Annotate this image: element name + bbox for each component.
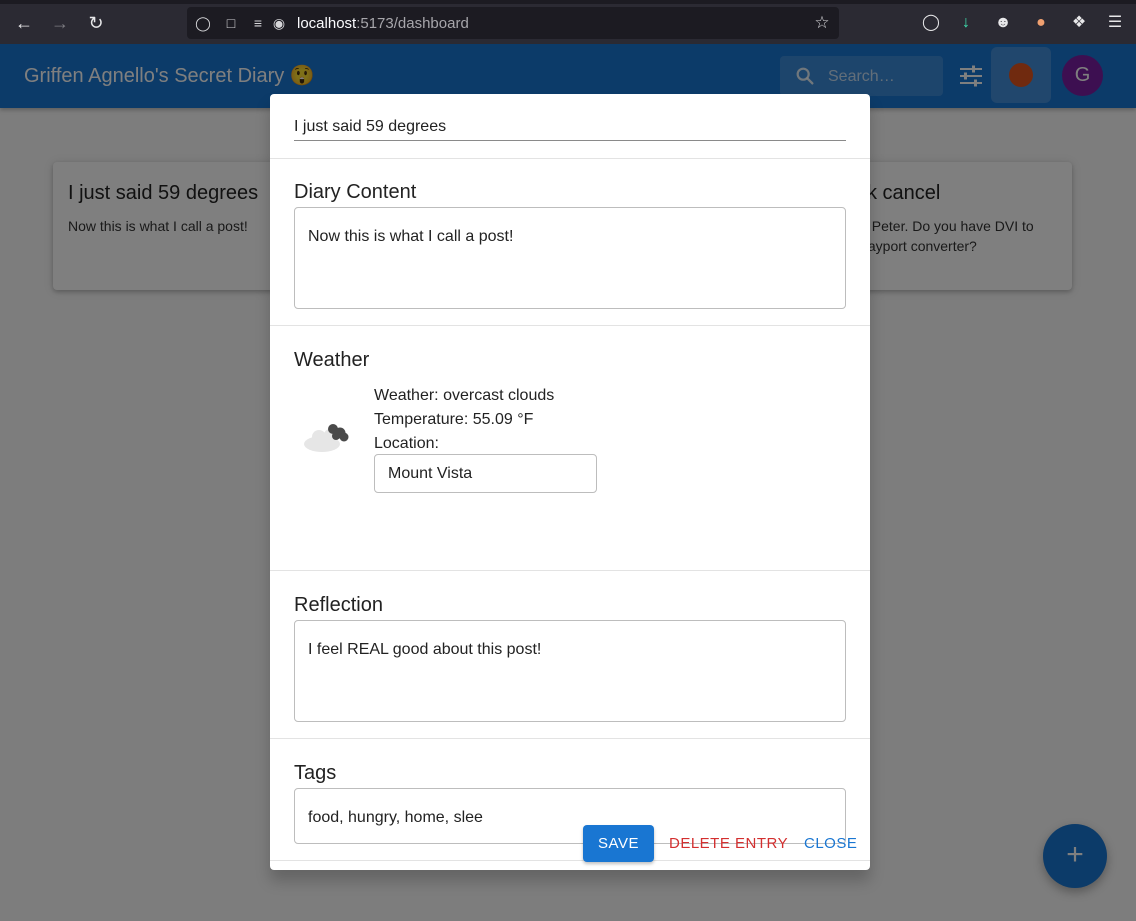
reflection-input[interactable]: I feel REAL good about this post! <box>294 620 846 722</box>
divider <box>270 570 870 571</box>
save-button[interactable]: SAVE <box>583 825 654 862</box>
account-icon[interactable]: ☻ <box>992 12 1014 34</box>
url-text[interactable]: localhost:5173/dashboard <box>297 15 469 32</box>
page-icon[interactable]: □ <box>222 14 240 32</box>
location-input[interactable]: Mount Vista <box>374 454 597 493</box>
diary-content-label: Diary Content <box>294 181 417 203</box>
divider <box>270 325 870 326</box>
temperature-text: Temperature: 55.09 °F <box>374 411 534 428</box>
download-icon[interactable]: ↓ <box>955 12 977 34</box>
pocket-icon[interactable]: ◯ <box>920 12 942 34</box>
location-label: Location: <box>374 435 439 452</box>
back-arrow-icon[interactable]: ← <box>11 10 37 36</box>
delete-entry-button[interactable]: DELETE ENTRY <box>669 835 788 852</box>
address-bar[interactable]: ◯ □ ≡ ◉ localhost:5173/dashboard ☆ <box>187 7 839 39</box>
close-button[interactable]: CLOSE <box>804 835 857 852</box>
menu-icon[interactable]: ☰ <box>1104 12 1126 34</box>
weather-description: Weather: overcast clouds <box>374 387 555 404</box>
divider <box>270 158 870 159</box>
bookmark-star-icon[interactable]: ☆ <box>813 14 831 32</box>
reflection-label: Reflection <box>294 594 383 616</box>
divider <box>270 738 870 739</box>
location-value: Mount Vista <box>388 465 473 482</box>
diary-content-value: Now this is what I call a post! <box>308 228 514 245</box>
permissions-icon[interactable]: ≡ <box>249 14 267 32</box>
weather-label: Weather <box>294 349 370 371</box>
forward-arrow-icon[interactable]: → <box>47 10 73 36</box>
tags-label: Tags <box>294 762 337 784</box>
diary-content-input[interactable]: Now this is what I call a post! <box>294 207 846 309</box>
reflection-value: I feel REAL good about this post! <box>308 641 542 658</box>
edit-entry-dialog: I just said 59 degrees Diary Content Now… <box>270 94 870 870</box>
app-root: Griffen Agnello's Secret Diary 😲 Search…… <box>0 44 1136 921</box>
location-pin-icon[interactable]: ◉ <box>270 14 288 32</box>
extensions-puzzle-icon[interactable]: ❖ <box>1068 12 1090 34</box>
overcast-clouds-icon <box>304 424 349 452</box>
browser-toolbar: ← → ↻ ◯ □ ≡ ◉ localhost:5173/dashboard ☆… <box>0 0 1136 44</box>
extension-avatar-icon[interactable]: ● <box>1030 12 1052 34</box>
reload-icon[interactable]: ↻ <box>83 10 109 36</box>
entry-title-input[interactable]: I just said 59 degrees <box>294 111 846 141</box>
entry-title-value: I just said 59 degrees <box>294 118 447 135</box>
shield-icon[interactable]: ◯ <box>194 14 212 32</box>
dialog-actions: SAVE DELETE ENTRY CLOSE <box>270 817 870 870</box>
